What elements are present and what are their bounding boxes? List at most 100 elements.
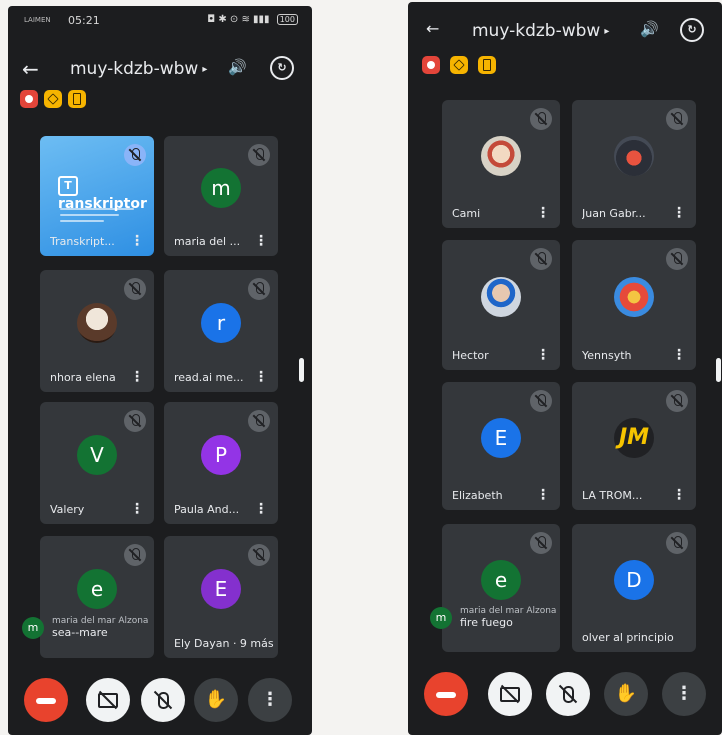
switch-camera-icon[interactable]: ↻	[270, 56, 294, 80]
raise-hand-button[interactable]: ✋	[194, 678, 238, 722]
participant-tile[interactable]: E Elizabeth ⋮	[442, 382, 560, 510]
mic-off-icon	[124, 144, 146, 166]
back-arrow-icon[interactable]: ←	[22, 57, 39, 81]
participant-avatar: m	[201, 168, 241, 208]
participant-photo-avatar	[77, 303, 117, 343]
participant-name: nhora elena	[50, 371, 116, 384]
participant-tile[interactable]: P Paula And... ⋮	[164, 402, 278, 524]
participant-name: read.ai me...	[174, 371, 244, 384]
carrier-label: LAIMEN	[24, 16, 51, 24]
screen-share-lines	[60, 204, 134, 224]
participant-photo-avatar	[481, 136, 521, 176]
phone-screen-right: ← muy-kdzb-wbw ▸ 🔊 ↻ Cami ⋮ Juan Gabr... …	[408, 2, 722, 735]
participant-name: Juan Gabr...	[582, 207, 646, 220]
status-time: 05:21	[68, 14, 100, 27]
status-system-icons: ◘ ✱ ⊙ ≋ ▮▮▮	[207, 14, 270, 25]
participant-name: LA TROM...	[582, 489, 643, 502]
back-arrow-icon[interactable]: ←	[426, 19, 439, 38]
caption-text: sea--mare	[52, 626, 108, 639]
mic-off-icon	[124, 278, 146, 300]
participant-tile[interactable]: m maria del ... ⋮	[164, 136, 278, 256]
participant-avatar: E	[201, 569, 241, 609]
participant-photo-avatar	[614, 136, 654, 176]
meeting-top-bar: ← muy-kdzb-wbw ▸ 🔊 ↻	[408, 16, 722, 46]
more-vert-icon[interactable]: ⋮	[536, 348, 550, 362]
meeting-badges	[20, 90, 110, 112]
battery-icon: 100	[276, 14, 298, 25]
more-vert-icon[interactable]: ⋮	[536, 488, 550, 502]
meeting-title[interactable]: muy-kdzb-wbw ▸	[70, 59, 207, 79]
more-vert-icon[interactable]: ⋮	[672, 488, 686, 502]
participant-tile[interactable]: JM LA TROM... ⋮	[572, 382, 696, 510]
chevron-right-icon: ▸	[604, 25, 610, 37]
more-vert-icon[interactable]: ⋮	[130, 502, 144, 516]
speaker-caption: m maria del mar Alzona sea--mare	[22, 616, 148, 639]
recording-badge-icon[interactable]	[20, 90, 38, 108]
mic-off-icon	[530, 108, 552, 130]
phone-screen-left: LAIMEN 05:21 ◘ ✱ ⊙ ≋ ▮▮▮ 100 ← muy-kdzb-…	[8, 6, 312, 735]
mic-off-icon	[530, 248, 552, 270]
speaker-icon[interactable]: 🔊	[228, 58, 247, 76]
mic-off-icon	[666, 390, 688, 412]
more-vert-icon[interactable]: ⋮	[130, 234, 144, 248]
participant-tile[interactable]: Juan Gabr... ⋮	[572, 100, 696, 228]
participant-tile[interactable]: D olver al principio	[572, 524, 696, 652]
participant-avatar: e	[77, 569, 117, 609]
participant-name: olver al principio	[582, 631, 674, 644]
mic-off-button[interactable]	[546, 672, 590, 716]
participant-tile[interactable]: Cami ⋮	[442, 100, 560, 228]
scroll-handle[interactable]	[716, 358, 721, 382]
caption-speaker-name: maria del mar Alzona	[460, 606, 557, 616]
participant-logo-avatar: JM	[614, 418, 654, 458]
more-vert-icon[interactable]: ⋮	[254, 370, 268, 384]
camera-off-button[interactable]	[86, 678, 130, 722]
mic-off-icon	[666, 108, 688, 130]
raise-hand-button[interactable]: ✋	[604, 672, 648, 716]
speaker-icon[interactable]: 🔊	[640, 20, 659, 38]
more-vert-icon[interactable]: ⋮	[254, 502, 268, 516]
mic-off-icon	[248, 410, 270, 432]
activity-badge-icon[interactable]	[44, 90, 62, 108]
mic-off-button[interactable]	[141, 678, 185, 722]
caption-avatar: m	[22, 616, 44, 639]
participant-avatar: D	[614, 560, 654, 600]
recording-badge-icon[interactable]	[422, 56, 440, 74]
notes-badge-icon[interactable]	[68, 90, 86, 108]
more-vert-icon[interactable]: ⋮	[536, 206, 550, 220]
more-vert-icon[interactable]: ⋮	[130, 370, 144, 384]
mic-off-icon	[124, 544, 146, 566]
caption-avatar: m	[430, 606, 452, 629]
activity-badge-icon[interactable]	[450, 56, 468, 74]
more-options-button[interactable]: ⋮	[662, 672, 706, 716]
meeting-title[interactable]: muy-kdzb-wbw ▸	[472, 21, 609, 41]
participant-tile[interactable]: nhora elena ⋮	[40, 270, 154, 392]
participant-name: Yennsyth	[582, 349, 632, 362]
more-vert-icon[interactable]: ⋮	[672, 348, 686, 362]
participant-tile[interactable]: E Ely Dayan · 9 más	[164, 536, 278, 658]
camera-off-button[interactable]	[488, 672, 532, 716]
end-call-button[interactable]	[24, 678, 68, 722]
end-call-button[interactable]	[424, 672, 468, 716]
participant-tile[interactable]: e	[40, 536, 154, 658]
mic-off-icon	[666, 248, 688, 270]
scroll-handle[interactable]	[299, 358, 304, 382]
participant-tile[interactable]: V Valery ⋮	[40, 402, 154, 524]
participant-name: Transkript...	[50, 235, 115, 248]
caption-speaker-name: maria del mar Alzona	[52, 616, 149, 626]
participant-name: maria del ...	[174, 235, 241, 248]
meeting-code: muy-kdzb-wbw	[70, 59, 199, 79]
participant-tile[interactable]: Yennsyth ⋮	[572, 240, 696, 370]
more-vert-icon[interactable]: ⋮	[254, 234, 268, 248]
status-icons: ◘ ✱ ⊙ ≋ ▮▮▮ 100	[207, 14, 298, 25]
notes-badge-icon[interactable]	[478, 56, 496, 74]
more-options-button[interactable]: ⋮	[248, 678, 292, 722]
participant-tile[interactable]: e	[442, 524, 560, 652]
participant-tile[interactable]: Hector ⋮	[442, 240, 560, 370]
switch-camera-icon[interactable]: ↻	[680, 18, 704, 42]
participant-tile[interactable]: Transkriptor Transkript... ⋮	[40, 136, 154, 256]
caption-text: fire fuego	[460, 616, 513, 629]
chevron-right-icon: ▸	[202, 63, 208, 75]
more-vert-icon[interactable]: ⋮	[672, 206, 686, 220]
participant-photo-avatar	[481, 277, 521, 317]
participant-tile[interactable]: r read.ai me... ⋮	[164, 270, 278, 392]
